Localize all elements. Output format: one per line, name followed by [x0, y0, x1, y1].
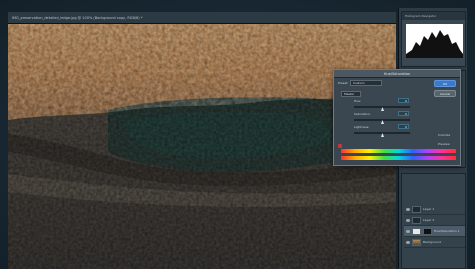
- photo-editor-app: IMG_preservation_detailed_ledge.jpg @ 10…: [0, 0, 475, 269]
- adjustment-thumbnail: [412, 227, 421, 235]
- layer-row[interactable]: Layer 2: [404, 215, 465, 226]
- saturation-value-field[interactable]: 0: [398, 111, 409, 116]
- layer-row[interactable]: Hue/Saturation 1: [404, 226, 465, 237]
- layer-name: Layer 2: [423, 218, 435, 222]
- saturation-label: Saturation:: [354, 112, 371, 116]
- layer-row[interactable]: Background: [404, 237, 465, 248]
- histogram-graph: [406, 24, 463, 58]
- eyedropper-icon[interactable]: [338, 144, 342, 148]
- layer-name: Background: [423, 240, 441, 244]
- histogram-tabs[interactable]: Histogram Navigator: [402, 12, 465, 20]
- layers-panel: Layer 1 Layer 2 Hue/Saturation 1 Backgro…: [401, 173, 466, 269]
- ok-button[interactable]: OK: [434, 80, 456, 87]
- colorize-label[interactable]: Colorize: [438, 133, 450, 137]
- visibility-eye-icon[interactable]: [406, 229, 410, 233]
- preset-label: Preset:: [338, 81, 349, 85]
- histogram-curve: [406, 30, 463, 58]
- dialog-title: Hue/Saturation: [334, 70, 460, 78]
- hue-saturation-dialog: Hue/Saturation Preset: Custom OK Cancel …: [333, 69, 461, 166]
- visibility-eye-icon[interactable]: [406, 240, 410, 244]
- layer-name: Layer 1: [423, 207, 435, 211]
- histogram-panel: Histogram Navigator: [401, 11, 466, 67]
- layer-thumbnail: [412, 216, 421, 224]
- layer-mask-thumbnail: [423, 227, 432, 235]
- layer-thumbnail: [412, 238, 421, 246]
- lightness-value-field[interactable]: 0: [398, 124, 409, 129]
- hue-value-field[interactable]: 0: [398, 98, 409, 103]
- lightness-slider-track[interactable]: [354, 132, 410, 134]
- hue-label: Hue:: [354, 99, 362, 103]
- document-tab[interactable]: IMG_preservation_detailed_ledge.jpg @ 10…: [8, 12, 396, 24]
- visibility-eye-icon[interactable]: [406, 218, 410, 222]
- preview-label[interactable]: Preview: [438, 142, 450, 146]
- hue-slider-track[interactable]: [354, 106, 410, 108]
- layer-thumbnail: [412, 205, 421, 213]
- saturation-slider-track[interactable]: [354, 119, 410, 121]
- document-title: IMG_preservation_detailed_ledge.jpg @ 10…: [12, 16, 143, 20]
- spectrum-bar-top: [341, 149, 456, 153]
- preset-select[interactable]: Custom: [350, 80, 382, 86]
- lightness-label: Lightness:: [354, 125, 370, 129]
- spectrum-bar-bottom: [341, 156, 456, 160]
- layer-row[interactable]: Layer 1: [404, 204, 465, 215]
- cancel-button[interactable]: Cancel: [434, 90, 456, 97]
- visibility-eye-icon[interactable]: [406, 207, 410, 211]
- layer-name: Hue/Saturation 1: [434, 229, 460, 233]
- channel-select[interactable]: Master: [341, 91, 361, 97]
